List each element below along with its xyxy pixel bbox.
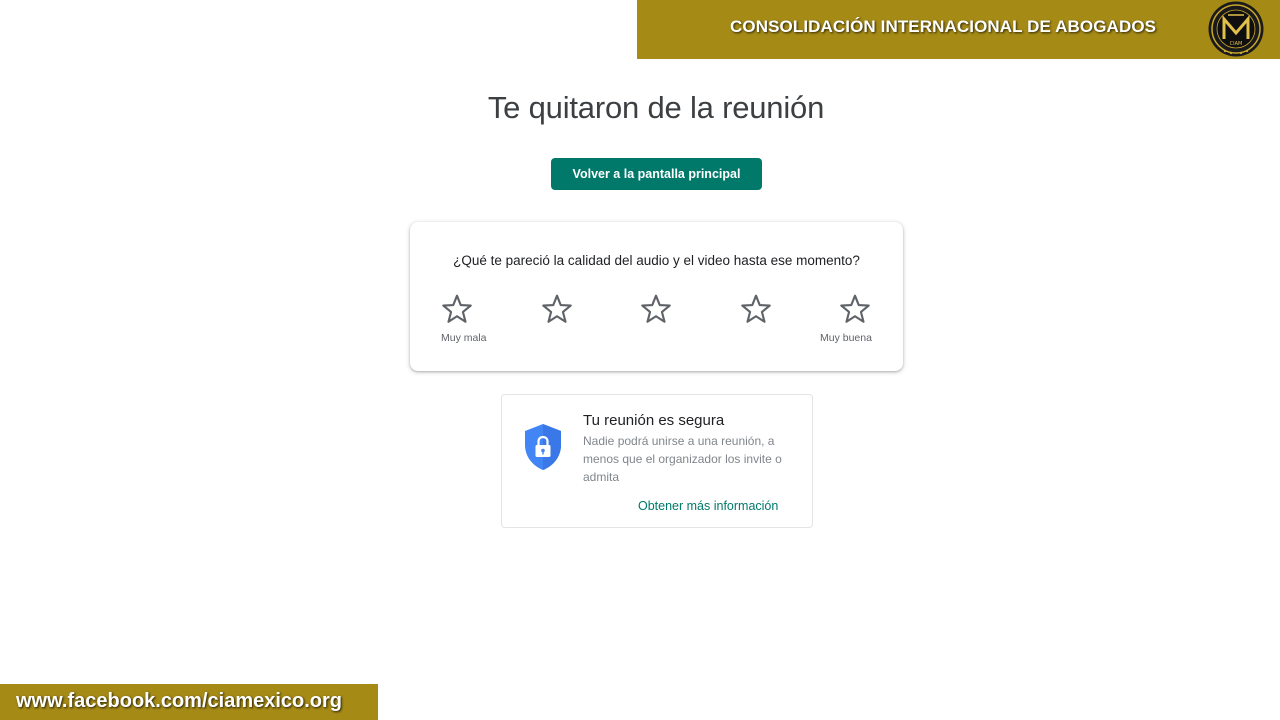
star-outline-icon — [641, 294, 671, 323]
security-description: Nadie podrá unirse a una reunión, a meno… — [583, 434, 782, 484]
star-outline-icon — [542, 294, 572, 323]
svg-text:CIAM: CIAM — [1230, 41, 1243, 47]
page-title: Te quitaron de la reunión — [487, 90, 825, 125]
security-title: Tu reunión es segura — [583, 412, 725, 429]
security-card: Tu reunión es segura Nadie podrá unirse … — [501, 394, 813, 528]
rating-question: ¿Qué te pareció la calidad del audio y e… — [453, 253, 860, 268]
star-outline-icon — [840, 294, 870, 323]
rating-low-label: Muy mala — [441, 332, 487, 344]
facebook-url-text: www.facebook.com/ciamexico.org — [16, 690, 343, 712]
star-outline-icon — [442, 294, 472, 323]
rating-card: ¿Qué te pareció la calidad del audio y e… — [410, 222, 903, 371]
star-rating-3[interactable] — [639, 292, 673, 326]
star-rating-1[interactable] — [440, 292, 474, 326]
shield-lock-icon — [525, 424, 561, 470]
ciam-logo: CIAM — [1208, 1, 1264, 57]
brand-title: CONSOLIDACIÓN INTERNACIONAL DE ABOGADOS — [730, 17, 1157, 36]
return-home-button[interactable]: Volver a la pantalla principal — [551, 158, 762, 190]
star-rating-2[interactable] — [540, 292, 574, 326]
learn-more-link[interactable]: Obtener más información — [638, 499, 778, 513]
facebook-url-banner: www.facebook.com/ciamexico.org — [0, 684, 378, 720]
rating-high-label: Muy buena — [820, 332, 872, 344]
star-rating-4[interactable] — [739, 292, 773, 326]
brand-banner: CONSOLIDACIÓN INTERNACIONAL DE ABOGADOS … — [637, 0, 1280, 59]
star-rating-5[interactable] — [838, 292, 872, 326]
page: CONSOLIDACIÓN INTERNACIONAL DE ABOGADOS … — [0, 0, 1280, 720]
star-outline-icon — [741, 294, 771, 323]
